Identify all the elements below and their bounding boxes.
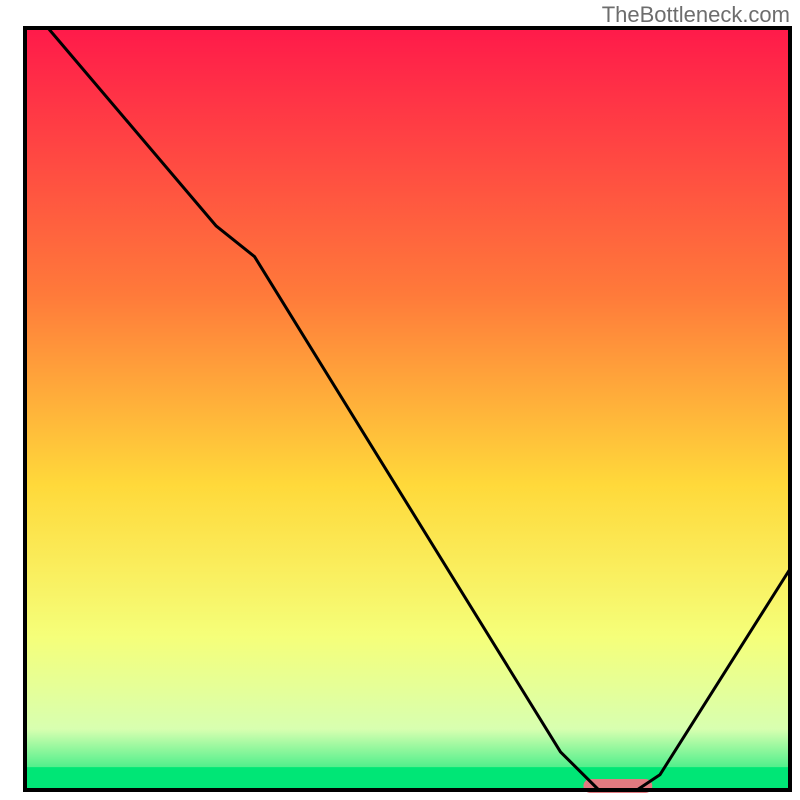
gradient-background bbox=[25, 28, 790, 790]
bottleneck-chart bbox=[0, 0, 800, 800]
chart-container: TheBottleneck.com bbox=[0, 0, 800, 800]
green-band bbox=[25, 767, 790, 790]
watermark-text: TheBottleneck.com bbox=[602, 2, 790, 28]
